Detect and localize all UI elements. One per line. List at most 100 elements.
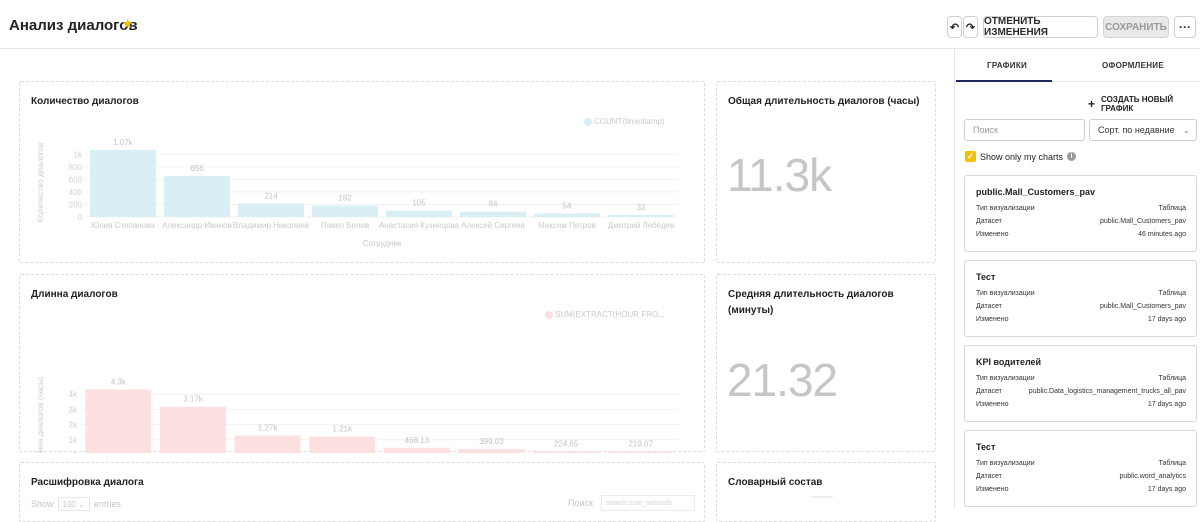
bar-value-label: 3.17k [183,395,204,404]
y-tick-label: 2k [69,421,78,430]
show-my-charts-row: ✓ Show only my charts i [965,151,1077,162]
show-my-charts-checkbox[interactable]: ✓ [965,151,976,162]
viz-type-value: Таблица [1158,290,1186,297]
table-title: Расшифровка диалога [31,477,144,488]
chart-card-dialog-length[interactable]: Длинна диалогов SUM(EXTRACT(HOUR FRO... … [19,274,705,453]
undo-button[interactable]: ↶ [947,16,962,38]
kpi-card-avg-duration[interactable]: Средняя длительность диалогов (минуты) 2… [716,274,936,452]
viz-type-label: Тип визуализации [976,290,1035,297]
x-tick-label: Максим Петров [538,221,596,230]
y-tick-label: 800 [69,163,83,172]
chart-card-dialog-count[interactable]: Количество диалогов COUNT(timestamp) 0 20… [19,81,705,263]
kpi-value: 21.32 [727,354,838,406]
bar-value-label: 214 [264,192,278,201]
more-options-button[interactable]: ··· [1174,16,1196,38]
show-my-charts-label: Show only my charts [980,151,1064,162]
chart-card-vocabulary[interactable]: Словарный состав [716,462,936,522]
tab-charts[interactable]: ГРАФИКИ [987,61,1027,70]
viz-type-value: Таблица [1158,205,1186,212]
kpi-card-total-duration[interactable]: Общая длительность диалогов (часы) 11.3k [716,81,936,263]
dataset-value: public.Mall_Customers_pav [1100,303,1186,310]
dashboard-canvas: Количество диалогов COUNT(timestamp) 0 20… [0,49,955,522]
chart-name: public.Mall_Customers_pav [976,187,1096,197]
chart-list-item[interactable]: Тест Тип визуализации Таблица Датасет publ… [964,260,1197,337]
chart-list-item[interactable]: KPI водителей Тип визуализации Таблица Да… [964,345,1197,422]
bar [159,406,226,453]
dataset-label: Датасет [976,388,1002,395]
dataset-row: Датасет public.word_analytics [976,473,1186,480]
table-card-transcript[interactable]: Расшифровка диалога Show 100 ⌄ entries П… [19,462,705,522]
viz-type-row: Тип визуализации Таблица [976,290,1186,297]
favorite-star-icon[interactable]: ★ [122,16,134,32]
modified-value: 17 days ago [1147,316,1186,323]
modified-label: Изменено [976,316,1009,323]
bar-value-label: 399.03 [479,437,504,446]
bar-value-label: 4.3k [111,378,127,387]
chart-name: Тест [976,442,996,452]
chart-sidebar: ГРАФИКИ ОФОРМЛЕНИЕ + СОЗДАТЬ НОВЫЙ ГРАФИ… [956,49,1200,508]
dataset-row: Датасет public.Mall_Customers_pav [976,218,1186,225]
y-tick-label: 1k [74,150,83,159]
sort-select[interactable]: Сорт. по недавние ⌄ [1089,119,1197,141]
kpi-value: 11.3k [727,149,832,201]
bar [309,436,376,453]
save-button[interactable]: СОХРАНИТЬ [1103,16,1169,38]
discard-changes-button[interactable]: ОТМЕНИТЬ ИЗМЕНЕНИЯ [983,16,1098,38]
dataset-label: Датасет [976,218,1002,225]
table-length-control: Show 100 ⌄ entries [31,497,121,511]
viz-type-row: Тип визуализации Таблица [976,460,1186,467]
viz-type-label: Тип визуализации [976,375,1035,382]
create-chart-button[interactable]: + СОЗДАТЬ НОВЫЙ ГРАФИК [1088,95,1200,113]
viz-type-label: Тип визуализации [976,205,1035,212]
x-tick-label: Алексей Сергеев [461,221,525,230]
modified-value: 17 days ago [1147,486,1186,493]
viz-type-row: Тип визуализации Таблица [976,375,1186,382]
x-tick-label: Дмитрий Лебедев [608,221,674,230]
chart-name: Тест [976,272,996,282]
info-icon[interactable]: i [1067,152,1077,161]
chart-title: Словарный состав [728,477,823,488]
modified-row: Изменено 46 minutes ago [976,231,1186,238]
modified-row: Изменено 17 days ago [976,486,1186,493]
modified-row: Изменено 17 days ago [976,401,1186,408]
dataset-value: public.Mall_Customers_pav [1100,218,1186,225]
kpi-title: Общая длительность диалогов (часы) [728,96,920,107]
table-search-input[interactable]: search.sum_seconds [600,495,695,511]
entries-select[interactable]: 100 ⌄ [57,497,90,511]
bar-value-label: 105 [412,198,426,207]
x-tick-label: Александр Иванов [162,221,232,230]
bar-value-label: 656 [190,164,204,173]
modified-row: Изменено 17 days ago [976,316,1186,323]
dataset-label: Датасет [976,303,1002,310]
chart-name: KPI водителей [976,357,1042,367]
redo-button[interactable]: ↷ [963,16,978,38]
bar-value-label: 1.07k [113,138,134,147]
bar [90,149,156,217]
tab-active-indicator [956,80,1052,82]
bar [533,451,600,453]
dashboard-header: Анализ диалогов ★ ↶ ↷ ОТМЕНИТЬ ИЗМЕНЕНИЯ… [0,0,1200,49]
chevron-down-icon: ⌄ [78,499,85,509]
bar [386,210,452,217]
chart-list-item[interactable]: public.Mall_Customers_pav Тип визуализац… [964,175,1197,252]
table-search-label: Поиск [568,498,593,508]
y-axis-label: Количество диалогов [36,143,45,222]
plus-icon: + [1088,97,1096,111]
entries-value: 100 [62,499,76,509]
tab-styling[interactable]: ОФОРМЛЕНИЕ [1102,61,1164,70]
bar-chart-dialog-length: 01k2k3k4k4.3kЮлия Степанова3.17kАлександ… [36,376,678,453]
dataset-value: public.Data_logistics_management_trucks_… [1028,388,1186,395]
x-tick-label: Юлия Степанова [91,221,155,230]
modified-value: 17 days ago [1147,401,1186,408]
y-tick-label: 1k [69,436,78,445]
dataset-value: public.word_analytics [1119,473,1186,480]
modified-label: Изменено [976,486,1009,493]
bar [383,447,450,453]
bar [312,205,378,217]
bar [238,203,304,217]
dataset-label: Датасет [976,473,1002,480]
bar [534,213,600,217]
x-axis-label: Сотрудник [363,239,402,248]
chart-search-input[interactable]: Поиск [964,119,1085,141]
chart-list-item[interactable]: Тест Тип визуализации Таблица Датасет publ… [964,430,1197,507]
